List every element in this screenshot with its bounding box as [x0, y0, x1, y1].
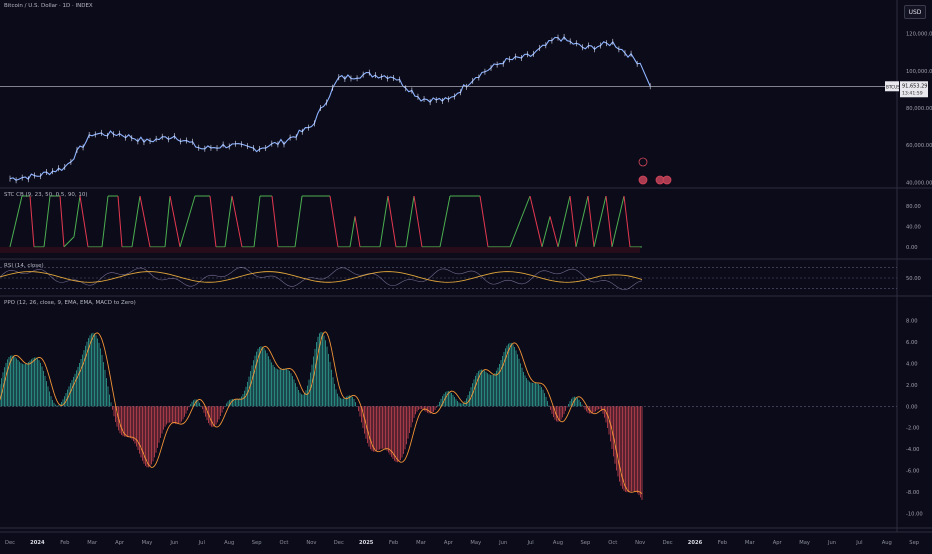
time-axis-label: May: [799, 540, 810, 546]
ppo-tick-label: 8.00: [906, 319, 918, 325]
event-marker-icon: [638, 175, 648, 185]
time-axis-label: Jun: [827, 540, 836, 546]
time-axis-label: May: [142, 540, 153, 546]
ppo-tick-label: 6.00: [906, 340, 918, 346]
time-axis-label: Feb: [718, 540, 728, 546]
pane-price: [0, 0, 897, 188]
stc-title: STC CB (9, 23, 50, 0.5, 90, 10): [4, 192, 88, 198]
stc-tick-label: 40.00: [906, 225, 921, 231]
time-axis-label: Apr: [444, 540, 454, 546]
rsi-tick-label: 50.00: [906, 276, 921, 282]
time-axis-label: May: [470, 540, 481, 546]
time-axis-label: Jul: [855, 540, 862, 546]
time-axis-label: Mar: [87, 540, 98, 546]
time-axis-label: Sep: [252, 540, 262, 546]
time-axis-label: Aug: [224, 540, 234, 546]
price-tick-label: 80,000.00: [906, 106, 932, 112]
time-axis-label: 2025: [359, 540, 374, 546]
ppo-tick-label: -8.00: [906, 490, 919, 496]
time-axis-label: Jul: [198, 540, 205, 546]
time-axis-label: Apr: [115, 540, 125, 546]
time-axis-label: Sep: [581, 540, 591, 546]
price-tick-label: 60,000.00: [906, 143, 932, 149]
price-tick-label: 40,000.00: [906, 180, 932, 186]
ppo-tick-label: -2.00: [906, 426, 919, 432]
price-tick-label: 120,000.00: [906, 32, 932, 38]
ppo-tick-label: 0.00: [906, 404, 918, 410]
last-price-value: 91,653.29: [902, 83, 927, 89]
event-marker-icon: [662, 175, 672, 185]
time-axis-label: Oct: [280, 540, 289, 546]
time-axis-label: 2024: [30, 540, 45, 546]
ppo-title: PPO (12, 26, close, 9, EMA, EMA, MACD to…: [4, 300, 136, 306]
chart-svg[interactable]: 120,000.00 100,000.00 80,000.00 60,000.00 40…: [0, 0, 932, 550]
time-axis-label: Dec: [5, 540, 15, 546]
time-axis-label: Dec: [663, 540, 673, 546]
time-axis-label: Mar: [745, 540, 756, 546]
time-axis-label: Sep: [909, 540, 919, 546]
ppo-tick-label: -6.00: [906, 469, 919, 475]
stc-tick-label: 80.00: [906, 204, 921, 210]
ppo-tick-label: -10.00: [906, 511, 923, 517]
rsi-title: RSI (14, close): [4, 263, 44, 269]
time-axis-label: Jul: [526, 540, 533, 546]
stc-zero-band: [0, 246, 640, 253]
price-tick-label: 100,000.00: [906, 69, 932, 75]
time-axis-label: Jun: [169, 540, 178, 546]
chart-area[interactable]: 120,000.00 100,000.00 80,000.00 60,000.00 40…: [0, 0, 932, 550]
time-axis-label: Jun: [498, 540, 507, 546]
time-axis-label: Aug: [553, 540, 563, 546]
time-axis-label: 2026: [688, 540, 703, 546]
symbol-title: Bitcoin / U.S. Dollar · 1D · INDEX: [4, 3, 93, 9]
time-axis-label: Aug: [882, 540, 892, 546]
ppo-tick-label: 4.00: [906, 362, 918, 368]
time-axis-label: Nov: [635, 540, 645, 546]
time-axis-label: Mar: [416, 540, 427, 546]
time-axis-label: Nov: [306, 540, 316, 546]
ppo-tick-label: -4.00: [906, 447, 919, 453]
time-axis-label: Apr: [773, 540, 783, 546]
ppo-tick-label: 2.00: [906, 383, 918, 389]
time-axis-label: Oct: [608, 540, 617, 546]
stc-tick-label: 0.00: [906, 245, 918, 251]
time-axis-label: Feb: [60, 540, 70, 546]
currency-button[interactable]: USD: [904, 5, 926, 19]
time-axis-label: Feb: [389, 540, 399, 546]
time-axis-label: Dec: [334, 540, 344, 546]
last-price-time: 13:41:59: [902, 90, 923, 96]
